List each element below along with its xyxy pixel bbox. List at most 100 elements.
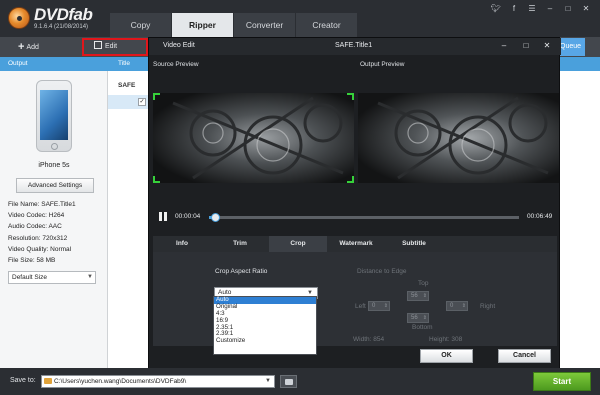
edit-label: Edit — [105, 43, 118, 50]
spinner-arrows-icon: ⇕ — [383, 303, 388, 309]
left-spinner[interactable]: 0 ⇕ — [368, 301, 390, 311]
video-edit-dialog: Video Edit SAFE.Title1 – □ ✕ Source Prev… — [148, 37, 561, 369]
dialog-file-name: SAFE.Title1 — [335, 42, 373, 49]
twitter-icon[interactable]: 🐦︎ — [490, 4, 502, 13]
close-icon[interactable]: ✕ — [580, 4, 592, 13]
folder-icon — [285, 379, 293, 385]
maximize-icon[interactable]: □ — [562, 4, 574, 13]
output-panel: iPhone 5s Advanced Settings File Name: S… — [0, 71, 108, 368]
row-checkbox[interactable]: ✓ — [138, 98, 146, 106]
tab-trim[interactable]: Trim — [211, 236, 269, 252]
tab-copy[interactable]: Copy — [110, 13, 172, 37]
edit-tabs: Info Trim Crop Watermark Subtitle — [153, 236, 557, 252]
file-info-line: Resolution: 720x312 — [8, 234, 68, 242]
total-time: 00:06:49 — [527, 213, 553, 220]
output-header: Output — [0, 57, 108, 71]
file-info-line: Video Codec: H264 — [8, 212, 65, 220]
tab-watermark[interactable]: Watermark — [327, 236, 385, 252]
iphone-image — [36, 80, 72, 152]
phone-home-button — [51, 143, 58, 150]
source-preview[interactable] — [153, 93, 354, 183]
file-info-line: Audio Codec: AAC — [8, 223, 62, 231]
logo-text: DVDfab — [34, 5, 93, 24]
bottom-spinner[interactable]: 56 ⇕ — [407, 313, 429, 323]
chevron-down-icon: ▼ — [87, 274, 93, 280]
dropdown-option-4-3[interactable]: 4:3 — [214, 310, 316, 318]
advanced-settings-button[interactable]: Advanced Settings — [16, 178, 94, 193]
file-info-line: File Size: 58 MB — [8, 257, 56, 265]
crop-aspect-label: Crop Aspect Ratio — [215, 268, 268, 275]
top-value: 56 — [411, 293, 418, 299]
edit-icon — [94, 41, 102, 49]
tab-subtitle[interactable]: Subtitle — [385, 236, 443, 252]
playback-bar: 00:00:04 00:06:49 — [153, 209, 557, 225]
crop-aspect-dropdown: Auto Original 4:3 16:9 2.35:1 2.39:1 Cus… — [213, 296, 317, 355]
current-time: 00:00:04 — [175, 213, 201, 220]
save-path-select[interactable]: C:\Users\yuchen.wang\Documents\DVDFab9\ … — [41, 375, 275, 388]
tab-info[interactable]: Info — [153, 236, 211, 252]
right-spinner[interactable]: 0 ⇕ — [446, 301, 468, 311]
file-info-line: Video Quality: Normal — [8, 245, 72, 253]
tab-ripper[interactable]: Ripper — [172, 13, 234, 37]
cancel-button[interactable]: Cancel — [498, 349, 551, 363]
output-preview-label: Output Preview — [360, 61, 405, 68]
version-text: 9.1.6.4 (21/08/2014) — [34, 24, 89, 30]
size-select[interactable]: Default Size ▼ — [8, 271, 96, 284]
output-preview — [358, 93, 559, 183]
disc-icon — [8, 7, 30, 29]
title-bar: DVDfab 9.1.6.4 (21/08/2014) Copy Ripper … — [0, 0, 600, 37]
spinner-arrows-icon: ⇕ — [422, 315, 427, 321]
minimize-icon[interactable]: – — [499, 41, 509, 50]
close-icon[interactable]: ✕ — [542, 41, 552, 50]
add-button[interactable]: + Add — [12, 38, 45, 56]
dropdown-option-customize[interactable]: Customize — [214, 337, 316, 345]
bottom-label: Bottom — [412, 324, 433, 331]
start-button[interactable]: Start — [533, 372, 591, 391]
add-label: Add — [26, 44, 39, 51]
size-select-value: Default Size — [12, 274, 48, 281]
plus-icon: + — [18, 41, 25, 53]
dialog-title-bar: Video Edit SAFE.Title1 – □ ✕ — [149, 38, 561, 55]
file-info: File Name: SAFE.Title1 Video Codec: H264… — [8, 199, 76, 266]
bottom-value: 56 — [411, 315, 418, 321]
save-path-value: C:\Users\yuchen.wang\Documents\DVDFab9\ — [54, 378, 187, 385]
save-to-label: Save to: — [10, 377, 36, 384]
folder-icon — [44, 378, 52, 384]
row-label: SAFE — [118, 82, 136, 89]
top-label: Top — [418, 280, 429, 287]
bottom-bar: Save to: C:\Users\yuchen.wang\Documents\… — [0, 368, 600, 395]
device-name: iPhone 5s — [38, 162, 70, 169]
edit-button[interactable]: Edit — [82, 38, 148, 56]
tab-crop[interactable]: Crop — [269, 236, 327, 252]
maximize-icon[interactable]: □ — [521, 41, 531, 50]
left-value: 0 — [372, 303, 376, 309]
facebook-icon[interactable]: f — [508, 4, 520, 13]
menu-icon[interactable]: ☰ — [526, 4, 538, 13]
top-spinner[interactable]: 56 ⇕ — [407, 291, 429, 301]
dropdown-option-original[interactable]: Original — [214, 303, 316, 311]
browse-folder-button[interactable] — [280, 375, 297, 388]
main-tabs: Copy Ripper Converter Creator — [110, 13, 358, 37]
right-value: 0 — [450, 303, 454, 309]
system-icons: 🐦︎ f ☰ – □ ✕ — [490, 4, 592, 13]
dialog-title: Video Edit — [163, 42, 195, 49]
left-label: Left — [355, 303, 366, 310]
phone-screen — [40, 90, 68, 140]
seek-slider[interactable] — [209, 213, 519, 222]
tab-creator[interactable]: Creator — [296, 13, 358, 37]
file-info-line: File Name: SAFE.Title1 — [8, 201, 76, 208]
minimize-icon[interactable]: – — [544, 4, 556, 13]
table-row[interactable]: SAFE — [108, 79, 150, 93]
distance-to-edge-label: Distance to Edge — [357, 268, 407, 275]
chevron-down-icon: ▼ — [265, 378, 271, 384]
crop-width: Width: 854 — [353, 336, 385, 343]
crop-height: Height: 308 — [429, 336, 463, 343]
ok-button[interactable]: OK — [420, 349, 473, 363]
spinner-arrows-icon: ⇕ — [461, 303, 466, 309]
source-preview-label: Source Preview — [153, 61, 199, 68]
seek-thumb[interactable] — [211, 213, 221, 222]
crop-aspect-value: Auto — [218, 289, 232, 296]
pause-icon[interactable] — [159, 212, 168, 221]
tab-converter[interactable]: Converter — [234, 13, 296, 37]
right-label: Right — [480, 303, 496, 310]
